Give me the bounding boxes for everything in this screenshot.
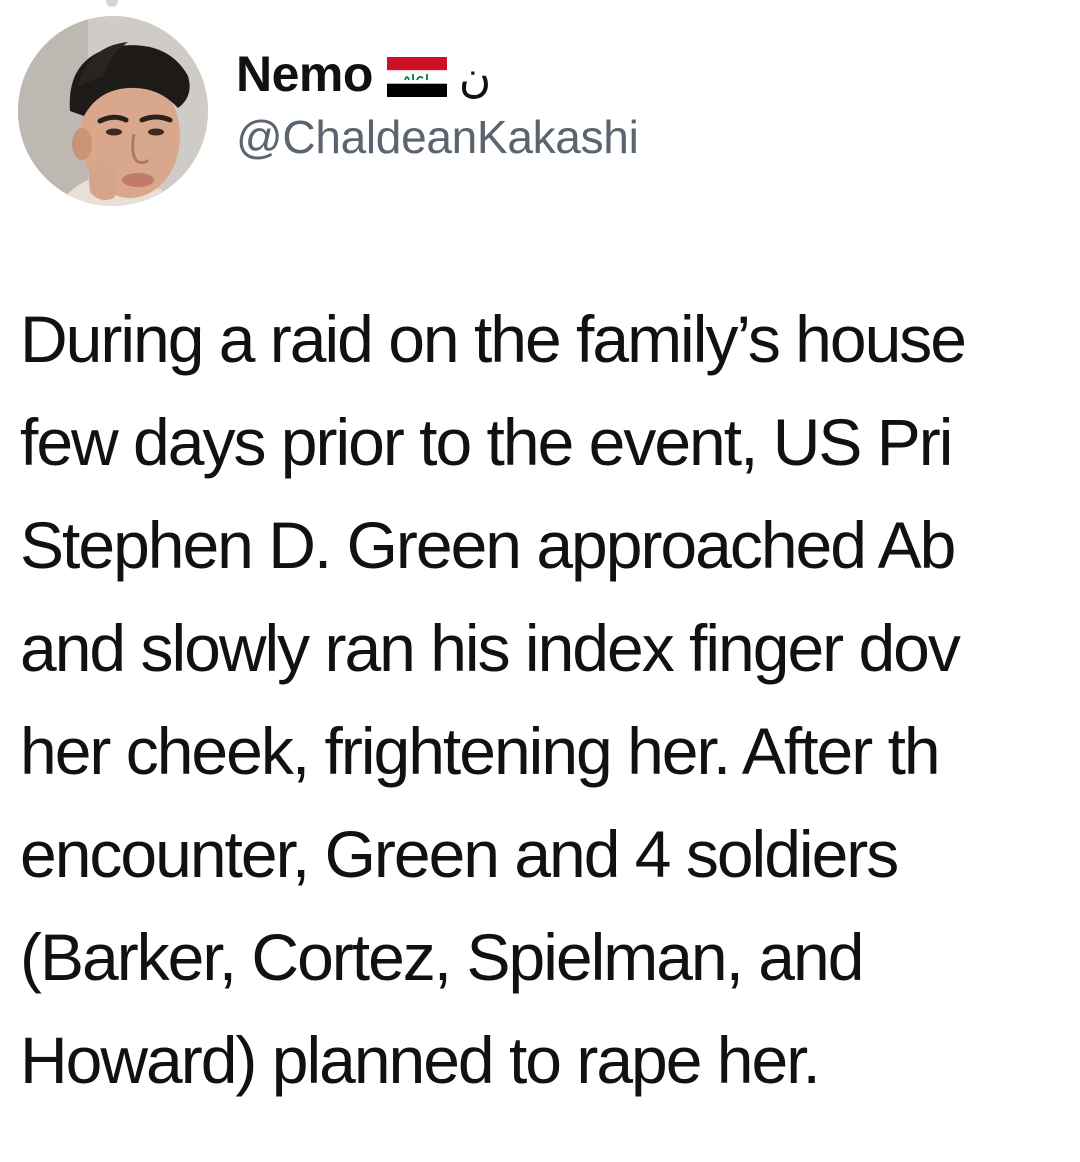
tweet-text-line: encounter, Green and 4 soldiers <box>20 817 899 891</box>
thread-connector <box>106 0 118 7</box>
tweet-text: During a raid on the family’s house few … <box>20 288 1080 1112</box>
tweet-text-line: During a raid on the family’s house <box>20 302 967 376</box>
tweet-text-line: few days prior to the event, US Pri <box>20 405 953 479</box>
tweet-text-line: (Barker, Cortez, Spielman, and <box>20 920 864 994</box>
tweet-card: Nemo ن @ChaldeanKakashi During a raid on… <box>0 0 1080 1162</box>
user-handle[interactable]: @ChaldeanKakashi <box>236 110 639 164</box>
tweet-text-line: Howard) planned to rape her. <box>20 1023 821 1097</box>
tweet-text-line: Stephen D. Green approached Ab <box>20 508 956 582</box>
avatar-photo <box>18 16 208 206</box>
tweet-text-line: and slowly ran his index finger dov <box>20 611 961 685</box>
avatar[interactable] <box>18 16 208 206</box>
iraq-flag-icon <box>386 57 447 97</box>
display-name[interactable]: Nemo <box>236 45 373 103</box>
arabic-letter: ن <box>458 51 492 103</box>
tweet-text-line: her cheek, frightening her. After th <box>20 714 941 788</box>
author-name-row[interactable]: Nemo ن <box>236 44 491 104</box>
